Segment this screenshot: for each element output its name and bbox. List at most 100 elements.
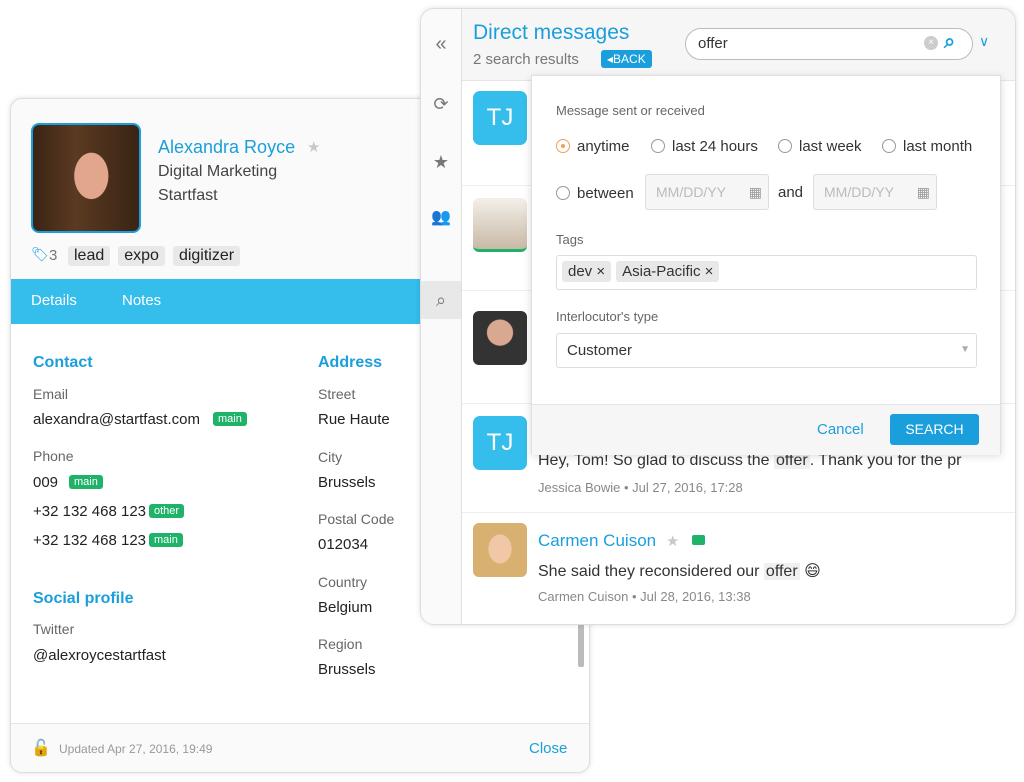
remove-icon[interactable]: × (705, 263, 714, 280)
phone-badge: main (149, 533, 183, 547)
author: Carmen Cuison (538, 589, 629, 604)
avatar (473, 311, 527, 365)
side-rail: « ⟳ ★ 👥 ⌕ (421, 9, 462, 624)
email-link[interactable]: alexandra@startfast.com (33, 411, 200, 428)
and-label: and (778, 184, 804, 201)
tag-chip: dev × (562, 261, 612, 282)
radio-last-month[interactable]: last month (882, 138, 972, 155)
remove-icon[interactable]: × (596, 263, 605, 280)
search-button[interactable]: SEARCH (890, 414, 979, 445)
placeholder: MM/DD/YY (824, 184, 894, 200)
tab-notes[interactable]: Notes (122, 292, 161, 309)
clear-icon[interactable]: × (924, 36, 938, 50)
tab-details[interactable]: Details (31, 292, 77, 309)
tag-count: 3 (49, 247, 58, 264)
highlight: offer (763, 563, 800, 580)
placeholder: MM/DD/YY (656, 184, 726, 200)
avatar: TJ (473, 416, 527, 470)
radio-between[interactable]: between (556, 185, 634, 202)
phone-number[interactable]: +32 132 468 123 (33, 532, 146, 549)
contact-name[interactable]: Alexandra Royce (158, 137, 295, 158)
phone-badge: main (69, 475, 103, 489)
back-button[interactable]: ◂BACK (601, 50, 652, 68)
phone-number[interactable]: +32 132 468 123 (33, 503, 146, 520)
tags-input[interactable]: dev × Asia-Pacific × (556, 255, 977, 290)
radio-last-week[interactable]: last week (778, 138, 862, 155)
star-icon[interactable]: ★ (421, 152, 461, 173)
message-meta: Jessica Bowie • Jul 27, 2016, 17:28 (538, 480, 743, 495)
text: She said they reconsidered our (538, 563, 764, 580)
chat-icon (692, 535, 705, 545)
phone-badge: other (149, 504, 185, 518)
star-icon[interactable]: ★ (666, 532, 679, 550)
contact-heading: Contact (33, 354, 93, 371)
sender-name[interactable]: Carmen Cuison (538, 531, 656, 551)
message-meta: Carmen Cuison • Jul 28, 2016, 13:38 (538, 589, 751, 604)
search-value: offer (698, 35, 728, 52)
country-value: Belgium (318, 599, 373, 616)
contact-company: Startfast (158, 187, 218, 204)
twitter-link[interactable]: @alexroycestartfast (33, 647, 166, 664)
tag-chip: Asia-Pacific × (616, 261, 720, 282)
radio-label: between (577, 185, 634, 202)
contact-photo (31, 123, 141, 233)
scrollbar[interactable] (578, 619, 584, 667)
postal-label: Postal Code (318, 511, 395, 527)
avatar: TJ (473, 91, 527, 145)
chip-label: Asia-Pacific (622, 263, 701, 280)
dropdown-footer: Cancel SEARCH (532, 404, 1000, 455)
address-heading: Address (318, 354, 383, 371)
tags-label: Tags (556, 232, 584, 247)
page-title: Direct messages (473, 21, 630, 44)
back-label: BACK (613, 52, 646, 66)
search-icon[interactable]: ⌕ (421, 281, 461, 319)
people-icon[interactable]: 👥 (421, 207, 461, 227)
country-label: Country (318, 574, 368, 590)
star-icon[interactable]: ★ (307, 138, 320, 156)
close-button[interactable]: Close (529, 740, 567, 757)
email-badge: main (213, 412, 247, 426)
radio-anytime[interactable]: anytime (556, 138, 630, 155)
calendar-icon[interactable]: ▦ (749, 175, 762, 209)
twitter-label: Twitter (33, 621, 75, 637)
contact-title: Digital Marketing (158, 163, 278, 180)
radio-label: last month (903, 138, 973, 155)
refresh-icon[interactable]: ⟳ (421, 94, 461, 115)
type-label: Interlocutor's type (556, 309, 659, 324)
tag[interactable]: lead (68, 246, 111, 266)
message-text: She said they reconsidered our offer 😄 (538, 561, 821, 581)
street-label: Street (318, 386, 356, 402)
tag-list: lead expo digitizer (68, 246, 241, 266)
type-select[interactable]: Customer ▼ (556, 333, 977, 368)
phone-number[interactable]: 009 (33, 474, 58, 491)
radio-label: last 24 hours (672, 138, 758, 155)
unlock-icon[interactable]: 🔓 (31, 738, 51, 758)
emoji-icon: 😄 (804, 563, 821, 580)
updated-text: Updated Apr 27, 2016, 19:49 (59, 742, 213, 756)
cancel-button[interactable]: Cancel (817, 421, 864, 438)
chip-label: dev (568, 263, 593, 280)
select-value: Customer (567, 342, 633, 359)
city-value: Brussels (318, 474, 376, 491)
caret-down-icon: ▼ (960, 344, 970, 355)
sent-label: Message sent or received (556, 103, 705, 118)
city-label: City (318, 449, 343, 465)
end-date-input[interactable]: MM/DD/YY ▦ (813, 174, 937, 210)
collapse-icon[interactable]: « (421, 33, 461, 56)
tag[interactable]: digitizer (172, 246, 241, 266)
start-date-input[interactable]: MM/DD/YY ▦ (645, 174, 769, 210)
calendar-icon[interactable]: ▦ (917, 175, 930, 209)
author: Jessica Bowie (538, 480, 621, 495)
region-value: Brussels (318, 661, 376, 678)
avatar (473, 523, 527, 577)
postal-value: 012034 (318, 536, 369, 553)
tag[interactable]: expo (118, 246, 165, 266)
message-row[interactable]: Carmen Cuison ★ She said they reconsider… (462, 513, 1015, 624)
search-input[interactable]: offer × ⌕ (685, 28, 973, 60)
social-heading: Social profile (33, 590, 134, 607)
chevron-down-icon[interactable]: ∨ (979, 33, 989, 50)
radio-last-24-hours[interactable]: last 24 hours (651, 138, 758, 155)
search-icon[interactable]: ⌕ (944, 31, 955, 54)
date: • Jul 28, 2016, 13:38 (631, 589, 751, 604)
active-tab-indicator (47, 318, 59, 330)
